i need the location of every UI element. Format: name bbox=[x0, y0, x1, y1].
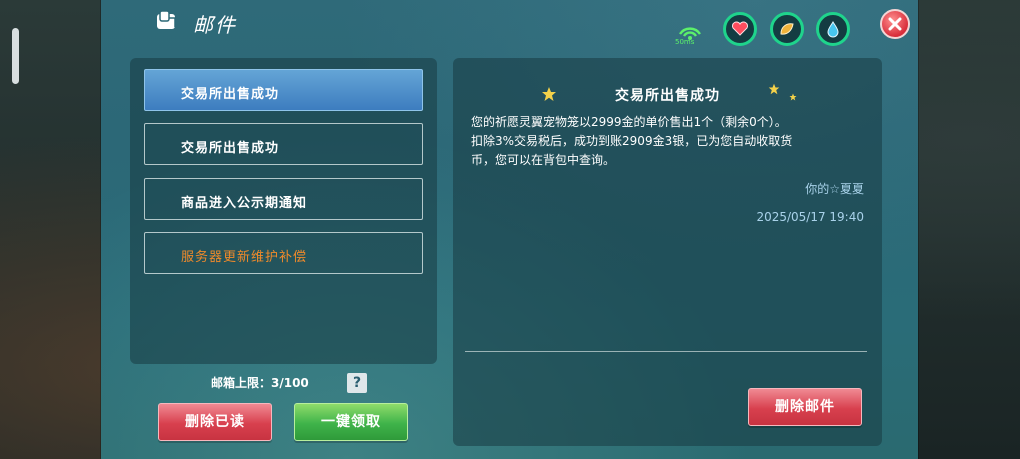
mail-body: 您的祈愿灵翼宠物笼以2999金的单价售出1个（剩余0个）。 扣除3%交易税后，成… bbox=[471, 113, 869, 170]
mail-window: 邮件 50ms 交易所出售成功 交易所出售成功 商品进入公示期通知 服务器更新维… bbox=[101, 0, 918, 459]
mail-body-line: 您的祈愿灵翼宠物笼以2999金的单价售出1个（剩余0个）。 bbox=[471, 115, 787, 129]
mail-item-3[interactable]: 商品进入公示期通知 bbox=[144, 178, 423, 220]
window-title: 邮件 bbox=[193, 13, 237, 37]
collect-all-button[interactable]: 一键领取 bbox=[294, 403, 408, 441]
mail-body-line: 扣除3%交易税后，成功到账2909金3银，已为您自动收取货 bbox=[471, 134, 793, 148]
heart-icon bbox=[732, 21, 748, 36]
delete-mail-button[interactable]: 删除邮件 bbox=[748, 388, 862, 426]
side-drawer-handle[interactable] bbox=[12, 28, 19, 84]
close-button[interactable] bbox=[880, 9, 910, 39]
mail-date: 2025/05/17 19:40 bbox=[756, 210, 864, 224]
latency-text: 50ms bbox=[675, 38, 695, 46]
mailbox-limit-text: 邮箱上限：3/100 bbox=[211, 376, 309, 390]
mail-item-label: 交易所出售成功 bbox=[181, 141, 280, 156]
water-stat bbox=[816, 12, 850, 46]
attachment-divider bbox=[465, 351, 867, 352]
window-header: 邮件 50ms bbox=[101, 0, 918, 46]
delete-read-button[interactable]: 删除已读 bbox=[158, 403, 272, 441]
health-stat bbox=[723, 12, 757, 46]
water-drop-icon bbox=[827, 21, 839, 38]
mail-subject: 交易所出售成功 bbox=[615, 88, 720, 104]
mail-item-label: 商品进入公示期通知 bbox=[181, 196, 308, 211]
mail-item-1[interactable]: 交易所出售成功 bbox=[144, 69, 423, 111]
food-icon bbox=[780, 23, 794, 35]
mail-body-line: 币，您可以在背包中查询。 bbox=[471, 153, 616, 167]
mail-list-panel: 交易所出售成功 交易所出售成功 商品进入公示期通知 服务器更新维护补偿 bbox=[130, 58, 437, 364]
mail-sender: 你的☆夏夏 bbox=[805, 182, 864, 196]
mail-icon bbox=[157, 10, 176, 29]
mail-item-2[interactable]: 交易所出售成功 bbox=[144, 123, 423, 165]
mail-item-4[interactable]: 服务器更新维护补偿 bbox=[144, 232, 423, 274]
close-icon bbox=[888, 17, 902, 31]
hunger-stat bbox=[770, 12, 804, 46]
mail-detail-panel: 交易所出售成功 您的祈愿灵翼宠物笼以2999金的单价售出1个（剩余0个）。 扣除… bbox=[453, 58, 882, 446]
mail-item-label: 交易所出售成功 bbox=[181, 87, 280, 102]
help-button[interactable]: ? bbox=[347, 373, 367, 393]
mail-item-label: 服务器更新维护补偿 bbox=[181, 250, 308, 265]
